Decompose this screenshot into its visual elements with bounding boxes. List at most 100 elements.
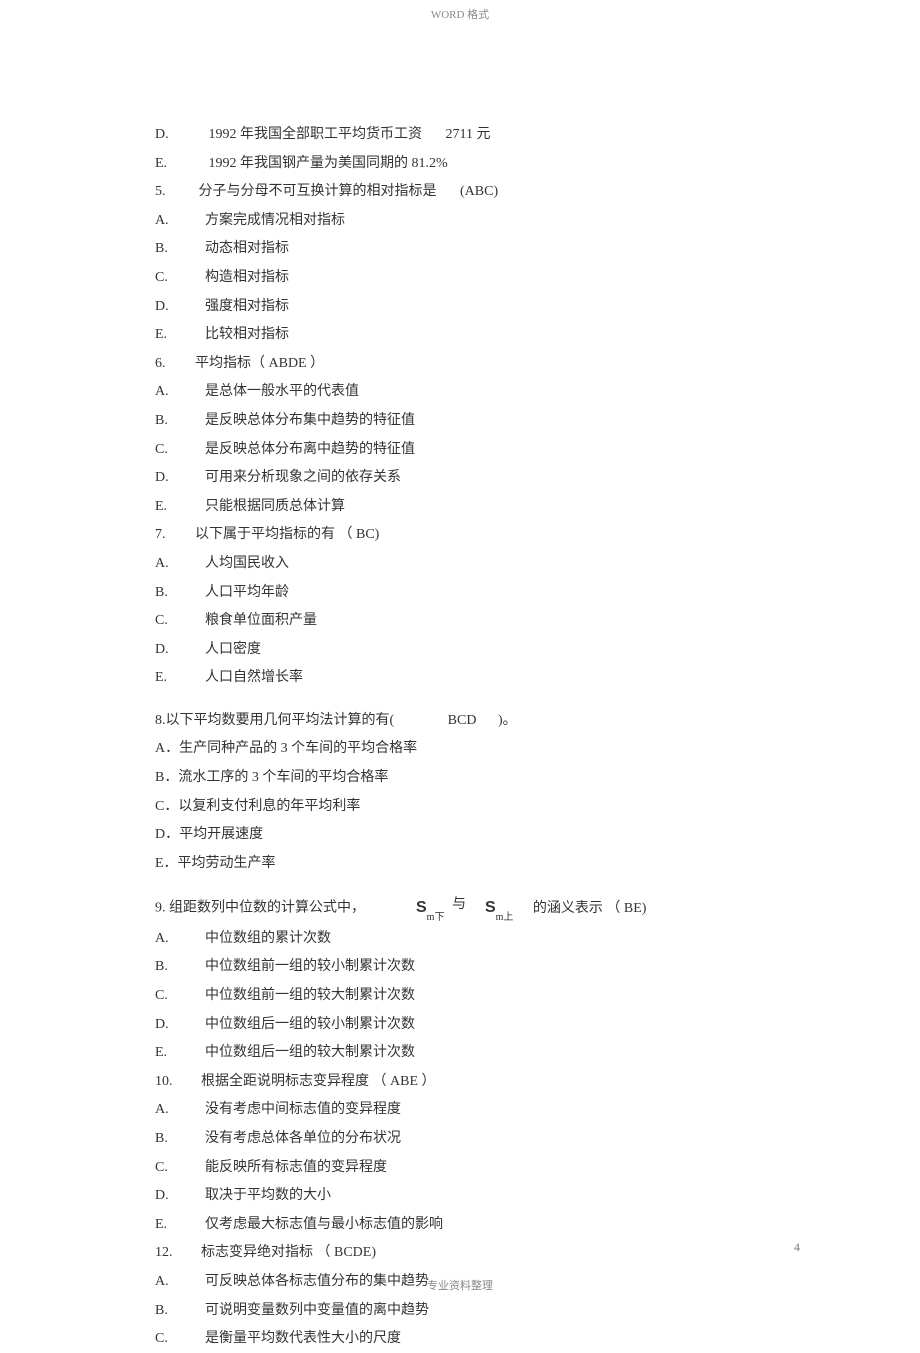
option-label: C.	[155, 437, 183, 464]
option-label: B.	[155, 954, 183, 981]
symbol-main: S	[416, 893, 427, 923]
option-label: E.	[155, 1212, 183, 1239]
question-8: 8.以下平均数要用几何平均法计算的有( BCD )。	[155, 708, 770, 735]
option-label: D.	[155, 1012, 183, 1039]
option-c: C．以复利支付利息的年平均利率	[155, 794, 770, 821]
option-text: 没有考虑总体各单位的分布状况	[205, 1131, 401, 1146]
option-text: 能反映所有标志值的变异程度	[205, 1160, 387, 1175]
question-text: 平均指标（ ABDE ）	[195, 356, 324, 371]
option-e: E.中位数组后一组的较大制累计次数	[155, 1040, 770, 1067]
symbol-sub: m上	[496, 908, 514, 927]
option-e: E. 只能根据同质总体计算	[155, 494, 770, 521]
option-text: 没有考虑中间标志值的变异程度	[205, 1102, 401, 1117]
question-answer: BCD	[448, 713, 477, 728]
option-d: D.可用来分析现象之间的依存关系	[155, 465, 770, 492]
option-c: C.是衡量平均数代表性大小的尺度	[155, 1326, 770, 1353]
question-9: 9. 组距数列中位数的计算公式中， Sm下 与 Sm上 的涵义表示 （ BE)	[155, 893, 770, 923]
option-text: 比较相对指标	[205, 327, 289, 342]
option-text: 取决于平均数的大小	[205, 1188, 331, 1203]
option-d: D. 1992 年我国全部职工平均货币工资 2711 元	[155, 122, 770, 149]
option-b: B. 没有考虑总体各单位的分布状况	[155, 1126, 770, 1153]
option-label: D.	[155, 122, 183, 149]
option-a: A. 中位数组的累计次数	[155, 926, 770, 953]
option-a: A．生产同种产品的 3 个车间的平均合格率	[155, 736, 770, 763]
option-label: C.	[155, 1155, 183, 1182]
option-text: 人口密度	[205, 642, 261, 657]
option-text: 中位数组后一组的较小制累计次数	[205, 1017, 415, 1032]
option-text: 中位数组后一组的较大制累计次数	[205, 1045, 415, 1060]
question-text: 以下属于平均指标的有 （ BC)	[195, 527, 379, 542]
question-stem: 9. 组距数列中位数的计算公式中，	[155, 901, 365, 916]
option-label: E.	[155, 665, 183, 692]
question-10: 10. 根据全距说明标志变异程度 （ ABE ）	[155, 1069, 770, 1096]
symbol-main: S	[485, 893, 496, 923]
option-e: E.人口自然增长率	[155, 665, 770, 692]
option-e: E. 1992 年我国钢产量为美国同期的 81.2%	[155, 151, 770, 178]
page-footer: 专业资料整理	[0, 1277, 920, 1293]
option-text: 构造相对指标	[205, 270, 289, 285]
option-label: A.	[155, 926, 183, 953]
question-12: 12.标志变异绝对指标 （ BCDE)	[155, 1240, 770, 1267]
option-tail: 2711 元	[446, 127, 491, 142]
question-stem: 8.以下平均数要用几何平均法计算的有(	[155, 713, 394, 728]
option-label: B.	[155, 1126, 183, 1153]
question-stem-end: 的涵义表示 （ BE)	[533, 901, 647, 916]
question-label: 7.	[155, 522, 183, 549]
question-text: 分子与分母不可互换计算的相对指标是	[199, 184, 437, 199]
question-answer: (ABC)	[460, 184, 498, 199]
option-label: B.	[155, 580, 183, 607]
page-header: WORD 格式	[0, 0, 920, 22]
formula-mid-text: 与	[452, 897, 466, 912]
question-5: 5. 分子与分母不可互换计算的相对指标是 (ABC)	[155, 179, 770, 206]
option-text: 只能根据同质总体计算	[205, 499, 345, 514]
option-c: C. 是反映总体分布离中趋势的特征值	[155, 437, 770, 464]
document-body: D. 1992 年我国全部职工平均货币工资 2711 元 E. 1992 年我国…	[155, 122, 770, 1353]
question-label: 12.	[155, 1240, 189, 1267]
option-text: 粮食单位面积产量	[205, 613, 317, 628]
option-text: 中位数组的累计次数	[205, 931, 331, 946]
option-text: 是反映总体分布离中趋势的特征值	[205, 442, 415, 457]
option-label: A.	[155, 1097, 183, 1124]
option-label: E.	[155, 151, 183, 178]
option-label: D.	[155, 465, 183, 492]
option-label: A.	[155, 379, 183, 406]
option-d: D.强度相对指标	[155, 294, 770, 321]
option-label: B.	[155, 236, 183, 263]
option-label: C.	[155, 608, 183, 635]
option-text: 1992 年我国钢产量为美国同期的 81.2%	[209, 156, 448, 171]
option-text: 方案完成情况相对指标	[205, 213, 345, 228]
question-label: 6.	[155, 351, 183, 378]
option-text: 动态相对指标	[205, 241, 289, 256]
option-text: 仅考虑最大标志值与最小标志值的影响	[205, 1217, 443, 1232]
option-e: E．平均劳动生产率	[155, 851, 770, 878]
option-text: 人均国民收入	[205, 556, 289, 571]
question-6: 6. 平均指标（ ABDE ）	[155, 351, 770, 378]
option-a: A. 是总体一般水平的代表值	[155, 379, 770, 406]
option-label: D.	[155, 1183, 183, 1210]
question-text: 根据全距说明标志变异程度 （ ABE ）	[201, 1074, 436, 1089]
option-b: B. 人口平均年龄	[155, 580, 770, 607]
question-7: 7. 以下属于平均指标的有 （ BC)	[155, 522, 770, 549]
symbol-sub: m下	[427, 908, 445, 927]
option-a: A. 人均国民收入	[155, 551, 770, 578]
option-label: E.	[155, 494, 183, 521]
question-label: 5.	[155, 179, 183, 206]
option-label: B.	[155, 408, 183, 435]
option-text: 人口平均年龄	[205, 585, 289, 600]
question-stem-end: )。	[498, 713, 517, 728]
option-label: C.	[155, 1326, 183, 1353]
option-c: C. 粮食单位面积产量	[155, 608, 770, 635]
option-text: 1992 年我国全部职工平均货币工资	[209, 127, 423, 142]
option-d: D. 中位数组后一组的较小制累计次数	[155, 1012, 770, 1039]
page-number: 4	[794, 1240, 800, 1255]
option-text: 是反映总体分布集中趋势的特征值	[205, 413, 415, 428]
option-label: D.	[155, 637, 183, 664]
option-text: 中位数组前一组的较小制累计次数	[205, 959, 415, 974]
option-c: C. 能反映所有标志值的变异程度	[155, 1155, 770, 1182]
option-text: 可说明变量数列中变量值的离中趋势	[205, 1303, 429, 1318]
option-label: B.	[155, 1298, 183, 1325]
option-a: A.方案完成情况相对指标	[155, 208, 770, 235]
option-label: A.	[155, 551, 183, 578]
option-text: 是总体一般水平的代表值	[205, 384, 359, 399]
question-label: 10.	[155, 1069, 189, 1096]
